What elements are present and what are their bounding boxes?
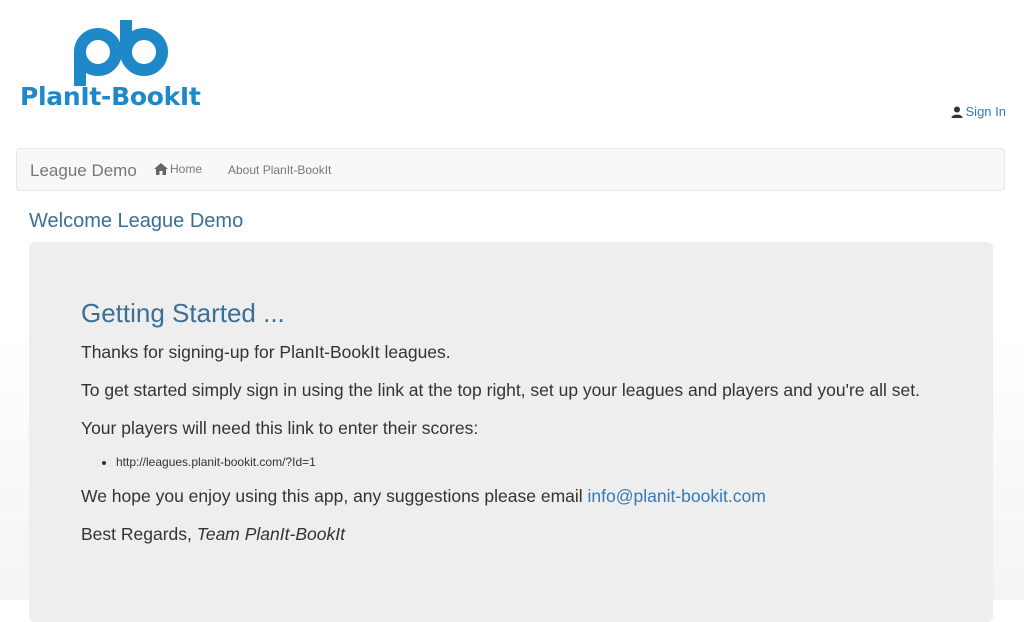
league-link-item: http://leagues.planit-bookit.com/?Id=1 [116,453,941,471]
sign-in-label: Sign In [965,104,1006,119]
regards-text: Best Regards, [81,524,197,544]
intro-text: Thanks for signing-up for PlanIt-BookIt … [81,342,451,362]
navbar: League Demo Home About PlanIt-BookIt [16,148,1005,191]
league-link-list: http://leagues.planit-bookit.com/?Id=1 [81,453,941,471]
feedback-text: We hope you enjoy using this app, any su… [81,483,941,509]
getting-started-panel: Getting Started ... Thanks for signing-u… [29,242,993,622]
page-title: Welcome League Demo [29,210,244,232]
players-note: Your players will need this link to ente… [81,418,479,438]
nav-about-link[interactable]: About PlanIt-BookIt [228,163,331,177]
team-name: Team PlanIt-BookIt [196,524,345,544]
logo-text: PlanIt-BookIt [20,82,201,111]
sign-in-link[interactable]: Sign In [951,104,1006,119]
navbar-brand[interactable]: League Demo [30,161,137,181]
nav-home-link[interactable]: Home [154,162,202,176]
logo[interactable]: PlanIt-BookIt [18,20,218,115]
enjoy-text: We hope you enjoy using this app, any su… [81,486,588,506]
getting-started-heading: Getting Started ... [81,298,285,328]
signature: Best Regards, Team PlanIt-BookIt [81,521,941,547]
nav-home-label: Home [170,162,203,176]
instructions-text: To get started simply sign in using the … [81,380,920,400]
email-link[interactable]: info@planit-bookit.com [588,486,766,506]
home-icon [154,163,168,175]
user-icon [951,106,963,118]
logo-mark-icon [74,20,168,86]
